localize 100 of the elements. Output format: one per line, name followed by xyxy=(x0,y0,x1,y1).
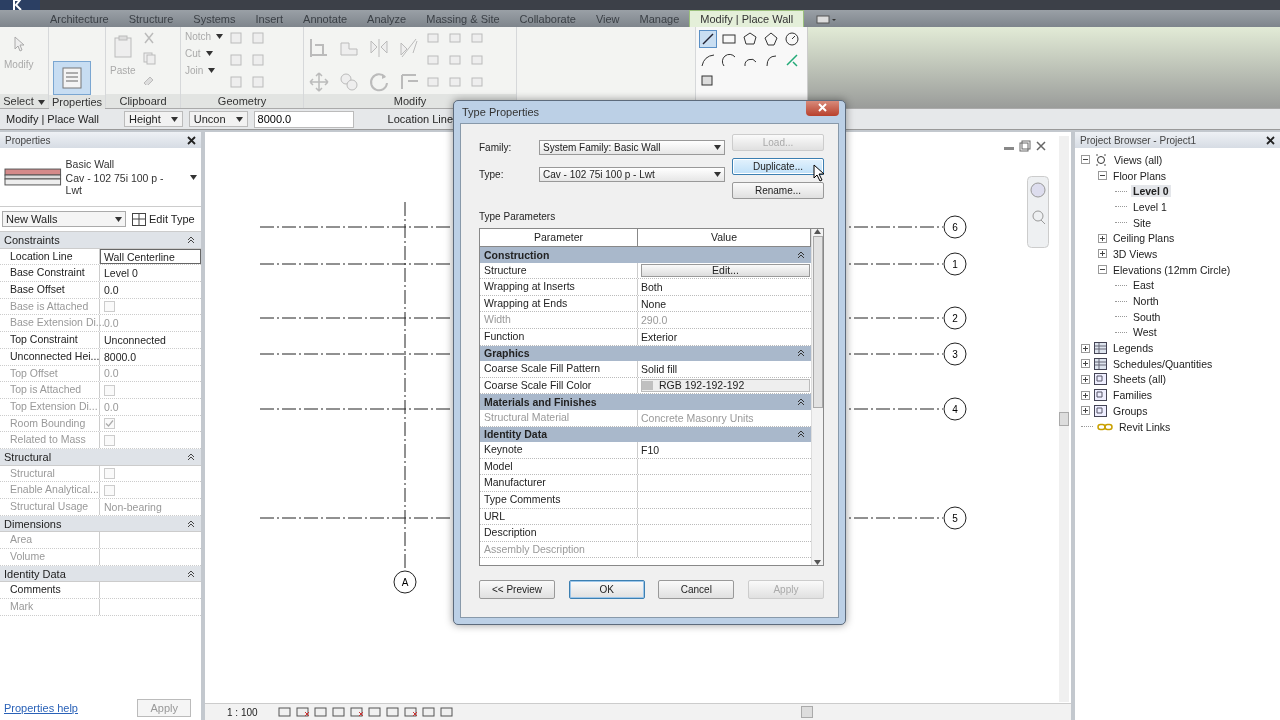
arc-icon[interactable] xyxy=(721,52,737,68)
expand-toggle[interactable] xyxy=(1098,249,1107,259)
vertical-scrollbar[interactable] xyxy=(811,229,823,565)
polygon-icon[interactable] xyxy=(742,31,758,47)
collapse-icon[interactable] xyxy=(187,235,195,244)
scissors-icon[interactable] xyxy=(141,31,156,45)
expand-toggle[interactable] xyxy=(1081,343,1090,353)
properties-button[interactable] xyxy=(53,61,91,95)
circle-icon[interactable] xyxy=(784,31,800,47)
collapse-icon[interactable] xyxy=(187,452,195,461)
property-group-header[interactable]: Constraints xyxy=(0,232,201,249)
dialog-button[interactable]: OK xyxy=(568,580,645,599)
parameter-group-header[interactable]: Construction xyxy=(480,247,811,263)
tree-item[interactable]: Ceiling Plans xyxy=(1111,232,1177,245)
property-value[interactable]: Level 0 xyxy=(104,267,138,280)
pick-face-icon[interactable] xyxy=(700,73,716,89)
type-dropdown[interactable]: Cav - 102 75i 100 p - Lwt xyxy=(539,167,725,182)
tree-item[interactable]: Revit Links xyxy=(1117,420,1173,433)
parameter-group-header[interactable]: Materials and Finishes xyxy=(480,394,811,410)
instance-filter-dropdown[interactable]: New Walls xyxy=(2,211,126,227)
tree-item[interactable]: Schedules/Quantities xyxy=(1111,357,1215,370)
expand-toggle[interactable] xyxy=(1081,406,1090,416)
parameter-value[interactable]: Solid fill xyxy=(641,362,678,375)
dialog-button[interactable]: Rename... xyxy=(732,182,824,199)
vertical-scrollbar[interactable] xyxy=(1059,136,1069,702)
tree-item[interactable]: Site xyxy=(1131,216,1154,229)
property-value[interactable]: Unconnected xyxy=(104,333,166,346)
dialog-button[interactable]: << Preview xyxy=(479,580,555,599)
color-button[interactable]: RGB 192-192-192 xyxy=(641,379,810,393)
view-control-icon[interactable] xyxy=(331,706,346,718)
arc-icon[interactable] xyxy=(763,52,779,68)
align-icon[interactable] xyxy=(308,37,330,59)
parameter-value[interactable]: F10 xyxy=(641,443,660,456)
parameter-value[interactable]: Exterior xyxy=(641,330,678,343)
view-control-icon[interactable] xyxy=(313,706,328,718)
edit-type-button[interactable]: Edit Type xyxy=(132,212,195,226)
column-header[interactable]: Parameter xyxy=(480,229,638,246)
panel-toggle-icon[interactable] xyxy=(816,13,839,24)
view-control-icon[interactable] xyxy=(367,706,382,718)
collapse-icon[interactable] xyxy=(797,430,805,439)
mirror-icon[interactable] xyxy=(398,37,420,59)
property-value[interactable]: 8000.0 xyxy=(104,350,137,363)
tree-item[interactable]: 3D Views xyxy=(1111,247,1160,260)
arc-icon[interactable] xyxy=(700,52,716,68)
view-control-icon[interactable] xyxy=(277,706,292,718)
tree-item[interactable]: Groups xyxy=(1111,404,1150,417)
mirror-icon[interactable] xyxy=(368,37,390,59)
view-control-icon[interactable] xyxy=(385,706,400,718)
height-input[interactable]: 8000.0 xyxy=(253,110,354,128)
height-dropdown[interactable]: Height xyxy=(124,111,183,127)
tree-item[interactable]: Sheets (all) xyxy=(1111,373,1169,386)
view-control-icon[interactable] xyxy=(295,706,310,718)
expand-toggle[interactable] xyxy=(1081,374,1090,384)
collapse-icon[interactable] xyxy=(797,250,805,259)
expand-toggle[interactable] xyxy=(1081,390,1090,400)
scroll-down-icon[interactable] xyxy=(814,560,821,565)
pick-lines-icon[interactable] xyxy=(784,52,800,68)
scroll-up-icon[interactable] xyxy=(814,229,821,234)
ribbon-tab[interactable]: Modify | Place Wall xyxy=(689,10,805,27)
tree-item[interactable]: Level 1 xyxy=(1131,200,1169,213)
restore-icon[interactable] xyxy=(1019,140,1031,152)
type-selector[interactable]: Basic Wall Cav - 102 75i 100 p - Lwt xyxy=(0,148,201,207)
parameter-value[interactable]: Both xyxy=(641,281,663,293)
property-value[interactable]: Wall Centerline xyxy=(104,250,175,263)
collapse-icon[interactable] xyxy=(797,398,805,407)
tree-item[interactable]: North xyxy=(1131,295,1161,308)
properties-help-link[interactable]: Properties help xyxy=(4,702,78,714)
rectangle-icon[interactable] xyxy=(721,31,737,47)
close-button[interactable] xyxy=(806,101,839,116)
panel-label[interactable]: Select xyxy=(0,94,48,108)
edit-button[interactable]: Edit... xyxy=(641,263,810,277)
collapse-icon[interactable] xyxy=(187,569,195,578)
view-scale[interactable]: 1 : 100 xyxy=(227,706,258,718)
collapse-toggle[interactable] xyxy=(1098,265,1107,275)
rotate-icon[interactable] xyxy=(368,71,390,93)
tree-item[interactable]: Families xyxy=(1111,389,1155,402)
tree-item[interactable]: South xyxy=(1131,310,1163,323)
top-constraint-dropdown[interactable]: Uncon xyxy=(188,111,248,127)
tree-item[interactable]: East xyxy=(1131,279,1156,292)
tree-item[interactable]: Level 0 xyxy=(1131,185,1171,198)
expand-toggle[interactable] xyxy=(1081,359,1090,369)
parameter-value[interactable]: None xyxy=(641,297,667,310)
dialog-button[interactable]: Cancel xyxy=(658,580,735,599)
collapse-toggle[interactable] xyxy=(1081,155,1090,165)
tree-item[interactable]: West xyxy=(1131,326,1159,339)
view-control-icon[interactable] xyxy=(349,706,364,718)
navigation-bar[interactable] xyxy=(1027,176,1049,248)
view-control-icon[interactable] xyxy=(439,706,454,718)
polygon-icon[interactable] xyxy=(763,31,779,47)
tree-item[interactable]: Views (all) xyxy=(1112,153,1165,166)
property-value[interactable]: 0.0 xyxy=(104,283,119,296)
view-control-icon[interactable] xyxy=(421,706,436,718)
tree-item[interactable]: Floor Plans xyxy=(1111,169,1169,182)
collapse-icon[interactable] xyxy=(187,519,195,528)
tree-item[interactable]: Legends xyxy=(1111,342,1156,355)
collapse-icon[interactable] xyxy=(797,349,805,358)
close-icon[interactable] xyxy=(1266,135,1275,145)
line-icon[interactable] xyxy=(700,31,716,47)
tree-item[interactable]: Elevations (12mm Circle) xyxy=(1111,263,1233,276)
collapse-toggle[interactable] xyxy=(1098,171,1107,181)
